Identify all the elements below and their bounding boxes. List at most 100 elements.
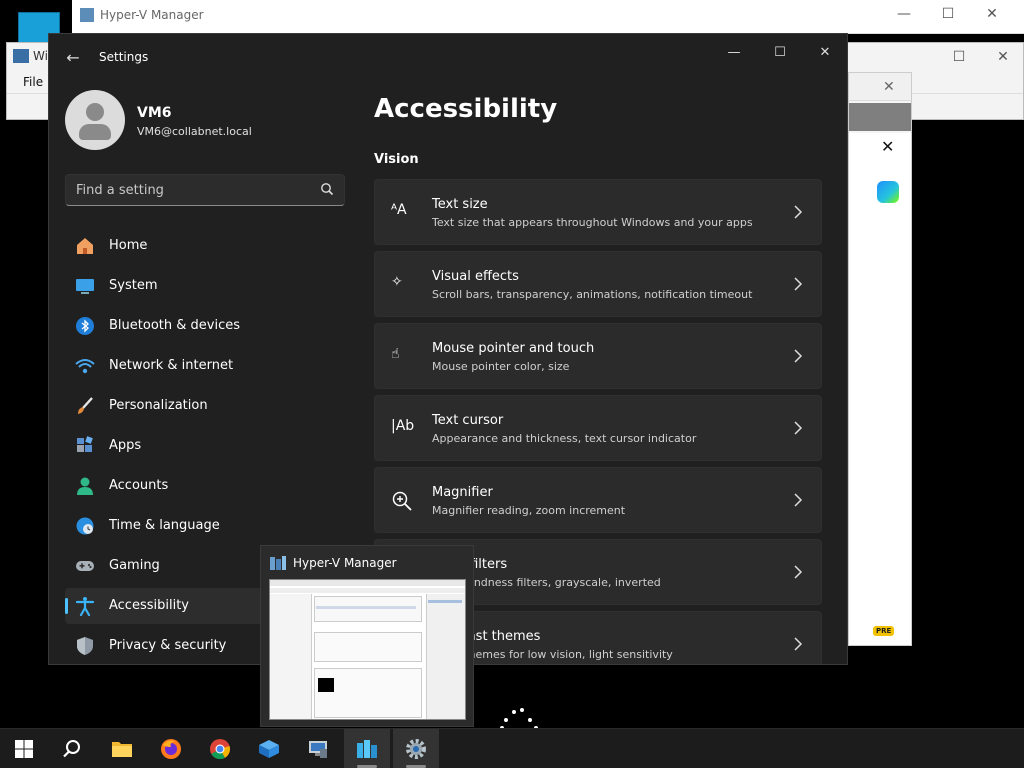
magnifier-icon	[392, 491, 412, 511]
folder-icon	[112, 742, 132, 757]
sidebar-item-label: Personalization	[109, 398, 208, 413]
apps-icon	[77, 436, 93, 452]
sidebar-item-system[interactable]: System	[65, 268, 345, 304]
avatar[interactable]	[65, 90, 125, 150]
preview-thumbnail	[269, 579, 466, 720]
visual-effects-icon: ✧	[391, 274, 403, 290]
file-explorer-button[interactable]	[99, 729, 145, 768]
bluetooth-icon	[76, 317, 94, 335]
sidebar-item-label: System	[109, 278, 158, 293]
gaming-icon	[76, 561, 94, 571]
accessibility-icon	[75, 597, 95, 616]
hyperv-icon	[357, 740, 377, 758]
hyperv-icon	[270, 556, 286, 570]
azure-cube-icon	[259, 740, 279, 758]
preview-title: Hyper-V Manager	[293, 556, 397, 570]
chevron-right-icon	[794, 421, 803, 435]
time-language-icon	[76, 517, 94, 535]
card-text-cursor[interactable]: |Ab Text cursor Appearance and thickness…	[374, 395, 822, 461]
sidebar-item-apps[interactable]: Apps	[65, 428, 345, 464]
close-sidebar-icon[interactable]: ✕	[881, 137, 894, 156]
card-subtitle: Scroll bars, transparency, animations, n…	[432, 288, 753, 301]
copilot-icon[interactable]	[877, 181, 899, 203]
hyperv-manager-window-back[interactable]: Hyper-V Manager — ☐ ✕	[72, 0, 1024, 34]
sidebar-item-label: Apps	[109, 438, 142, 453]
sidebar-item-label: Network & internet	[109, 358, 234, 373]
mouse-pointer-icon: ☝	[391, 346, 400, 362]
close-button[interactable]: ✕	[810, 42, 840, 64]
accounts-icon	[77, 477, 93, 495]
edge-sidebar-panel	[849, 133, 911, 645]
sidebar-item-network[interactable]: Network & internet	[65, 348, 345, 384]
sidebar-item-label: Home	[109, 238, 148, 253]
taskbar	[0, 728, 1024, 768]
home-icon	[77, 238, 93, 254]
sidebar-item-home[interactable]: Home	[65, 228, 345, 264]
sidebar-item-label: Accessibility	[109, 598, 189, 613]
preview-badge: PRE	[873, 626, 895, 636]
close-icon[interactable]: ✕	[883, 79, 895, 95]
card-visual-effects[interactable]: ✧ Visual effects Scroll bars, transparen…	[374, 251, 822, 317]
hyperv-manager-button[interactable]	[344, 729, 390, 768]
sidebar-item-bluetooth[interactable]: Bluetooth & devices	[65, 308, 345, 344]
card-title: Text size	[432, 197, 488, 212]
sidebar-item-label: Accounts	[109, 478, 169, 493]
chevron-right-icon	[794, 565, 803, 579]
card-subtitle: Magnifier reading, zoom increment	[432, 504, 626, 517]
personalization-brush-icon	[78, 397, 93, 414]
sidebar-item-label: Time & language	[109, 518, 220, 533]
app-icon	[13, 49, 29, 63]
card-subtitle: Appearance and thickness, text cursor in…	[432, 432, 697, 445]
app-title: Settings	[99, 50, 149, 64]
close-icon[interactable]: ✕	[993, 49, 1013, 65]
background-window-title: Wi	[33, 49, 48, 63]
sidebar-item-time-language[interactable]: Time & language	[65, 508, 345, 544]
maximize-icon[interactable]: ☐	[949, 49, 969, 65]
firefox-icon	[161, 739, 181, 759]
card-title: Visual effects	[432, 269, 519, 284]
edge-window[interactable]: ✕ ✕ PRE	[848, 72, 912, 646]
card-mouse-pointer[interactable]: ☝ Mouse pointer and touch Mouse pointer …	[374, 323, 822, 389]
card-subtitle: Text size that appears throughout Window…	[432, 216, 753, 229]
server-manager-button[interactable]	[295, 729, 341, 768]
settings-titlebar: ← Settings — ☐ ✕	[49, 34, 847, 82]
settings-button[interactable]	[393, 729, 439, 768]
loading-spinner-icon	[500, 708, 540, 730]
chevron-right-icon	[794, 277, 803, 291]
sidebar-item-accounts[interactable]: Accounts	[65, 468, 345, 504]
chevron-right-icon	[794, 637, 803, 651]
chrome-icon	[210, 739, 230, 760]
card-text-size[interactable]: ᴬA Text size Text size that appears thro…	[374, 179, 822, 245]
firefox-button[interactable]	[148, 729, 194, 768]
close-icon[interactable]: ✕	[982, 6, 1002, 22]
maximize-icon[interactable]: ☐	[938, 6, 958, 22]
user-name: VM6	[137, 105, 172, 121]
privacy-shield-icon	[77, 637, 93, 655]
maximize-button[interactable]: ☐	[765, 42, 795, 64]
chevron-right-icon	[794, 205, 803, 219]
file-menu[interactable]: File	[23, 75, 43, 89]
search-icon	[321, 183, 334, 196]
sidebar-item-label: Bluetooth & devices	[109, 318, 240, 333]
azure-button[interactable]	[246, 729, 292, 768]
windows-start-icon	[15, 740, 33, 758]
card-title: Text cursor	[432, 413, 504, 428]
minimize-button[interactable]: —	[719, 42, 749, 64]
page-title: Accessibility	[374, 94, 558, 124]
avatar-head	[86, 103, 104, 121]
search-input[interactable]: Find a setting	[65, 174, 345, 206]
taskbar-preview-hyperv[interactable]: Hyper-V Manager	[260, 545, 474, 727]
minimize-icon[interactable]: —	[894, 6, 914, 22]
back-arrow-icon[interactable]: ←	[63, 48, 83, 68]
sidebar-item-personalization[interactable]: Personalization	[65, 388, 345, 424]
chrome-button[interactable]	[197, 729, 243, 768]
search-button[interactable]	[49, 729, 95, 768]
gear-icon	[406, 739, 426, 759]
system-icon	[76, 279, 94, 294]
card-subtitle: Mouse pointer color, size	[432, 360, 570, 373]
card-title: Mouse pointer and touch	[432, 341, 595, 356]
card-magnifier[interactable]: Magnifier Magnifier reading, zoom increm…	[374, 467, 822, 533]
start-button[interactable]	[1, 729, 47, 768]
hyperv-window-title: Hyper-V Manager	[100, 8, 204, 22]
chevron-right-icon	[794, 493, 803, 507]
